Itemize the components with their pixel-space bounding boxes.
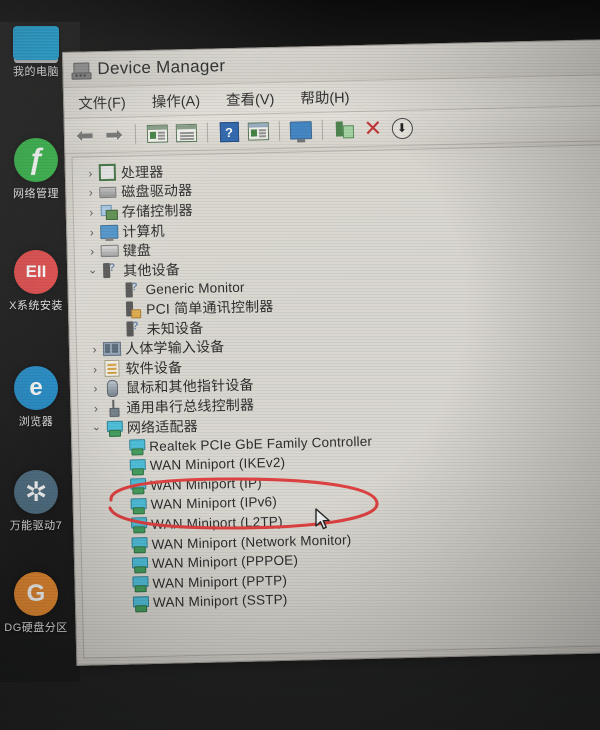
network-manager-icon: ƒ xyxy=(14,138,58,182)
desktop-icon-disk-partition[interactable]: G DG硬盘分区 xyxy=(0,572,72,635)
desktop-icon-internet-explorer[interactable]: e 浏览器 xyxy=(0,366,72,429)
internet-explorer-icon: e xyxy=(14,366,58,410)
separator-4 xyxy=(321,119,324,140)
chevron-right-icon[interactable]: › xyxy=(84,225,99,239)
desktop-icon-label: 网络管理 xyxy=(13,188,59,200)
my-computer-icon xyxy=(13,26,59,60)
tree-item-label: 网络适配器 xyxy=(126,417,199,436)
network-adapter-icon xyxy=(128,537,148,554)
device-manager-icon xyxy=(71,60,92,80)
desktop-icon-label: DG硬盘分区 xyxy=(4,622,68,634)
window-title: Device Manager xyxy=(97,56,226,79)
desktop-icon-label: 万能驱动7 xyxy=(9,520,63,532)
back-arrow-icon[interactable]: ⬅ xyxy=(73,123,98,148)
show-hide-console-tree-icon[interactable] xyxy=(145,122,170,147)
tree-item-label: PCI 简单通讯控制器 xyxy=(145,298,274,318)
device-manager-window[interactable]: Device Manager 文件(F) 操作(A) 查看(V) 帮助(H) ⬅… xyxy=(62,37,600,666)
chevron-right-icon[interactable]: › xyxy=(87,342,102,356)
update-driver-icon[interactable] xyxy=(246,119,271,144)
hid-icon xyxy=(102,341,121,357)
disk-partition-icon: G xyxy=(14,572,58,616)
keyboard-icon xyxy=(100,244,119,258)
tree-item-label: 键盘 xyxy=(122,242,152,259)
computer-icon xyxy=(99,224,118,239)
desktop-icon-label: 我的电脑 xyxy=(13,66,59,78)
tree-item-label: 处理器 xyxy=(120,163,164,181)
network-adapter-icon xyxy=(104,420,123,437)
tree-item-label: 其他设备 xyxy=(122,261,181,279)
tree-item-label: 人体学输入设备 xyxy=(124,338,225,357)
network-adapter-icon xyxy=(129,556,148,574)
disable-device-icon[interactable]: ⬇ xyxy=(390,116,415,141)
tree-item-label: WAN Miniport (L2TP) xyxy=(150,513,283,533)
unknown-device-icon: ? xyxy=(122,281,141,298)
menu-help[interactable]: 帮助(H) xyxy=(300,86,350,108)
tree-item-label: 软件设备 xyxy=(125,358,183,377)
driver-tool-gear-icon: ✲ xyxy=(14,470,58,514)
chevron-right-icon[interactable]: › xyxy=(84,205,99,219)
unknown-device-icon: ? xyxy=(123,320,142,337)
device-tree[interactable]: › 处理器 › 磁盘驱动器 › 存储控制器 › 计算机 › 键盘 ⌄? 其他设备? Generic Mo… xyxy=(71,142,600,659)
menu-action[interactable]: 操作(A) xyxy=(151,89,201,111)
menu-file[interactable]: 文件(F) xyxy=(78,91,126,113)
network-adapter-icon xyxy=(129,576,149,593)
storage-controller-icon xyxy=(99,205,118,221)
other-devices-icon: ? xyxy=(100,262,119,279)
chevron-right-icon[interactable]: › xyxy=(88,401,103,415)
network-adapter-icon xyxy=(128,517,147,534)
tree-item-label: WAN Miniport (SSTP) xyxy=(152,592,288,611)
chevron-right-icon[interactable]: › xyxy=(83,166,98,180)
tree-item-label: WAN Miniport (IP) xyxy=(150,475,263,493)
chevron-right-icon[interactable]: › xyxy=(88,382,103,396)
usb-controller-icon xyxy=(103,400,122,418)
tree-item-label: WAN Miniport (Network Monitor) xyxy=(151,531,352,552)
chevron-right-icon[interactable]: › xyxy=(87,362,102,376)
chevron-down-icon[interactable]: ⌄ xyxy=(89,421,104,433)
tree-item-label: Generic Monitor xyxy=(145,279,245,297)
photo-of-monitor: 我的电脑 ƒ 网络管理 EII X系统安装 e 浏览器 ✲ 万能驱动7 G DG硬盘分区 Devic… xyxy=(0,0,600,730)
uninstall-device-icon[interactable]: ✕ xyxy=(361,115,386,141)
desktop-icon-driver-tool-gear[interactable]: ✲ 万能驱动7 xyxy=(0,470,72,533)
cpu-icon xyxy=(98,164,117,182)
chevron-right-icon[interactable]: › xyxy=(85,244,100,258)
network-adapter-icon xyxy=(128,498,147,515)
network-adapter-icon xyxy=(127,478,146,495)
network-adapter-icon xyxy=(126,439,145,456)
desktop-icon-label: 浏览器 xyxy=(18,416,54,428)
network-adapter-icon xyxy=(127,458,146,476)
mouse-icon xyxy=(103,379,122,397)
separator-3 xyxy=(278,120,281,141)
network-adapter-icon xyxy=(130,595,149,613)
tree-item-label: WAN Miniport (PPPOE) xyxy=(151,552,299,572)
unknown-device-warning-icon xyxy=(123,301,142,319)
help-icon[interactable]: ? xyxy=(217,120,242,145)
tree-item-label: 计算机 xyxy=(122,222,166,240)
separator-1 xyxy=(134,124,137,145)
forward-arrow-icon[interactable]: ➡ xyxy=(102,123,127,148)
desktop-icon-label: X系统安装 xyxy=(9,300,63,312)
disk-drive-icon xyxy=(98,186,117,199)
scan-for-hardware-changes-icon[interactable] xyxy=(289,118,314,143)
desktop-icon-system-install[interactable]: EII X系统安装 xyxy=(0,250,72,313)
forward-arrow-icon-glyph: ➡ xyxy=(104,123,124,147)
chevron-right-icon[interactable]: › xyxy=(83,186,98,200)
tree-item-label: WAN Miniport (IPv6) xyxy=(150,494,278,513)
chevron-down-icon[interactable]: ⌄ xyxy=(85,264,100,276)
tree-item-label: WAN Miniport (IKEv2) xyxy=(149,455,286,474)
tree-item-label: 通用串行总线控制器 xyxy=(126,396,255,416)
back-arrow-icon-glyph: ⬅ xyxy=(75,123,95,148)
add-legacy-hardware-icon[interactable] xyxy=(332,117,357,142)
system-install-icon: EII xyxy=(14,250,58,294)
tree-item-label: WAN Miniport (PPTP) xyxy=(152,572,288,591)
software-device-icon xyxy=(102,359,121,378)
tree-item-label: 未知设备 xyxy=(146,319,204,337)
properties-icon[interactable] xyxy=(174,121,199,146)
tree-item-label: 磁盘驱动器 xyxy=(121,182,193,201)
tree-item-label: 存储控制器 xyxy=(121,201,193,220)
separator-2 xyxy=(206,122,209,143)
menu-view[interactable]: 查看(V) xyxy=(226,88,275,110)
desktop-icon-network-manager[interactable]: ƒ 网络管理 xyxy=(0,138,72,201)
